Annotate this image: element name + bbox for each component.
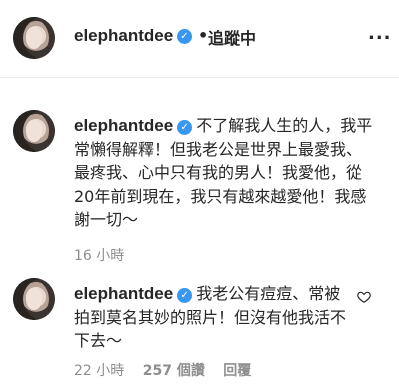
comment-username[interactable]: elephantdee [74,116,173,135]
comment-time[interactable]: 16 小時 [74,248,124,264]
profile-avatar[interactable] [13,17,55,59]
separator-dot: • [198,26,209,45]
following-button[interactable]: 追蹤中 [208,25,256,49]
post-header: elephantdee ✓ • 追蹤中 ... [0,0,399,78]
more-options-icon[interactable]: ... [368,23,392,44]
header-username[interactable]: elephantdee [74,26,173,46]
comment-time[interactable]: 22 小時 [74,363,124,379]
comment-body: elephantdee ✓ 我老公有痘痘、常被拍到莫名其妙的照片！但沒有他我活不下去… [74,282,346,353]
comment-avatar[interactable] [13,110,55,152]
comment-likes[interactable]: 257 個讚 [143,363,205,379]
comment-username[interactable]: elephantdee [74,284,173,303]
comment-meta: 16 小時 [74,245,138,265]
verified-badge-icon: ✓ [177,29,192,44]
verified-badge-icon: ✓ [177,120,193,135]
comment-meta: 22 小時 257 個讚 回覆 [74,360,265,380]
like-heart-icon[interactable] [357,290,371,304]
verified-badge-icon: ✓ [177,288,193,303]
reply-button[interactable]: 回覆 [223,363,251,379]
comment-body: elephantdee ✓ 不了解我人生的人，我平常懶得解釋！但我老公是世界上最愛我… [74,114,374,232]
comment-avatar[interactable] [13,278,55,320]
